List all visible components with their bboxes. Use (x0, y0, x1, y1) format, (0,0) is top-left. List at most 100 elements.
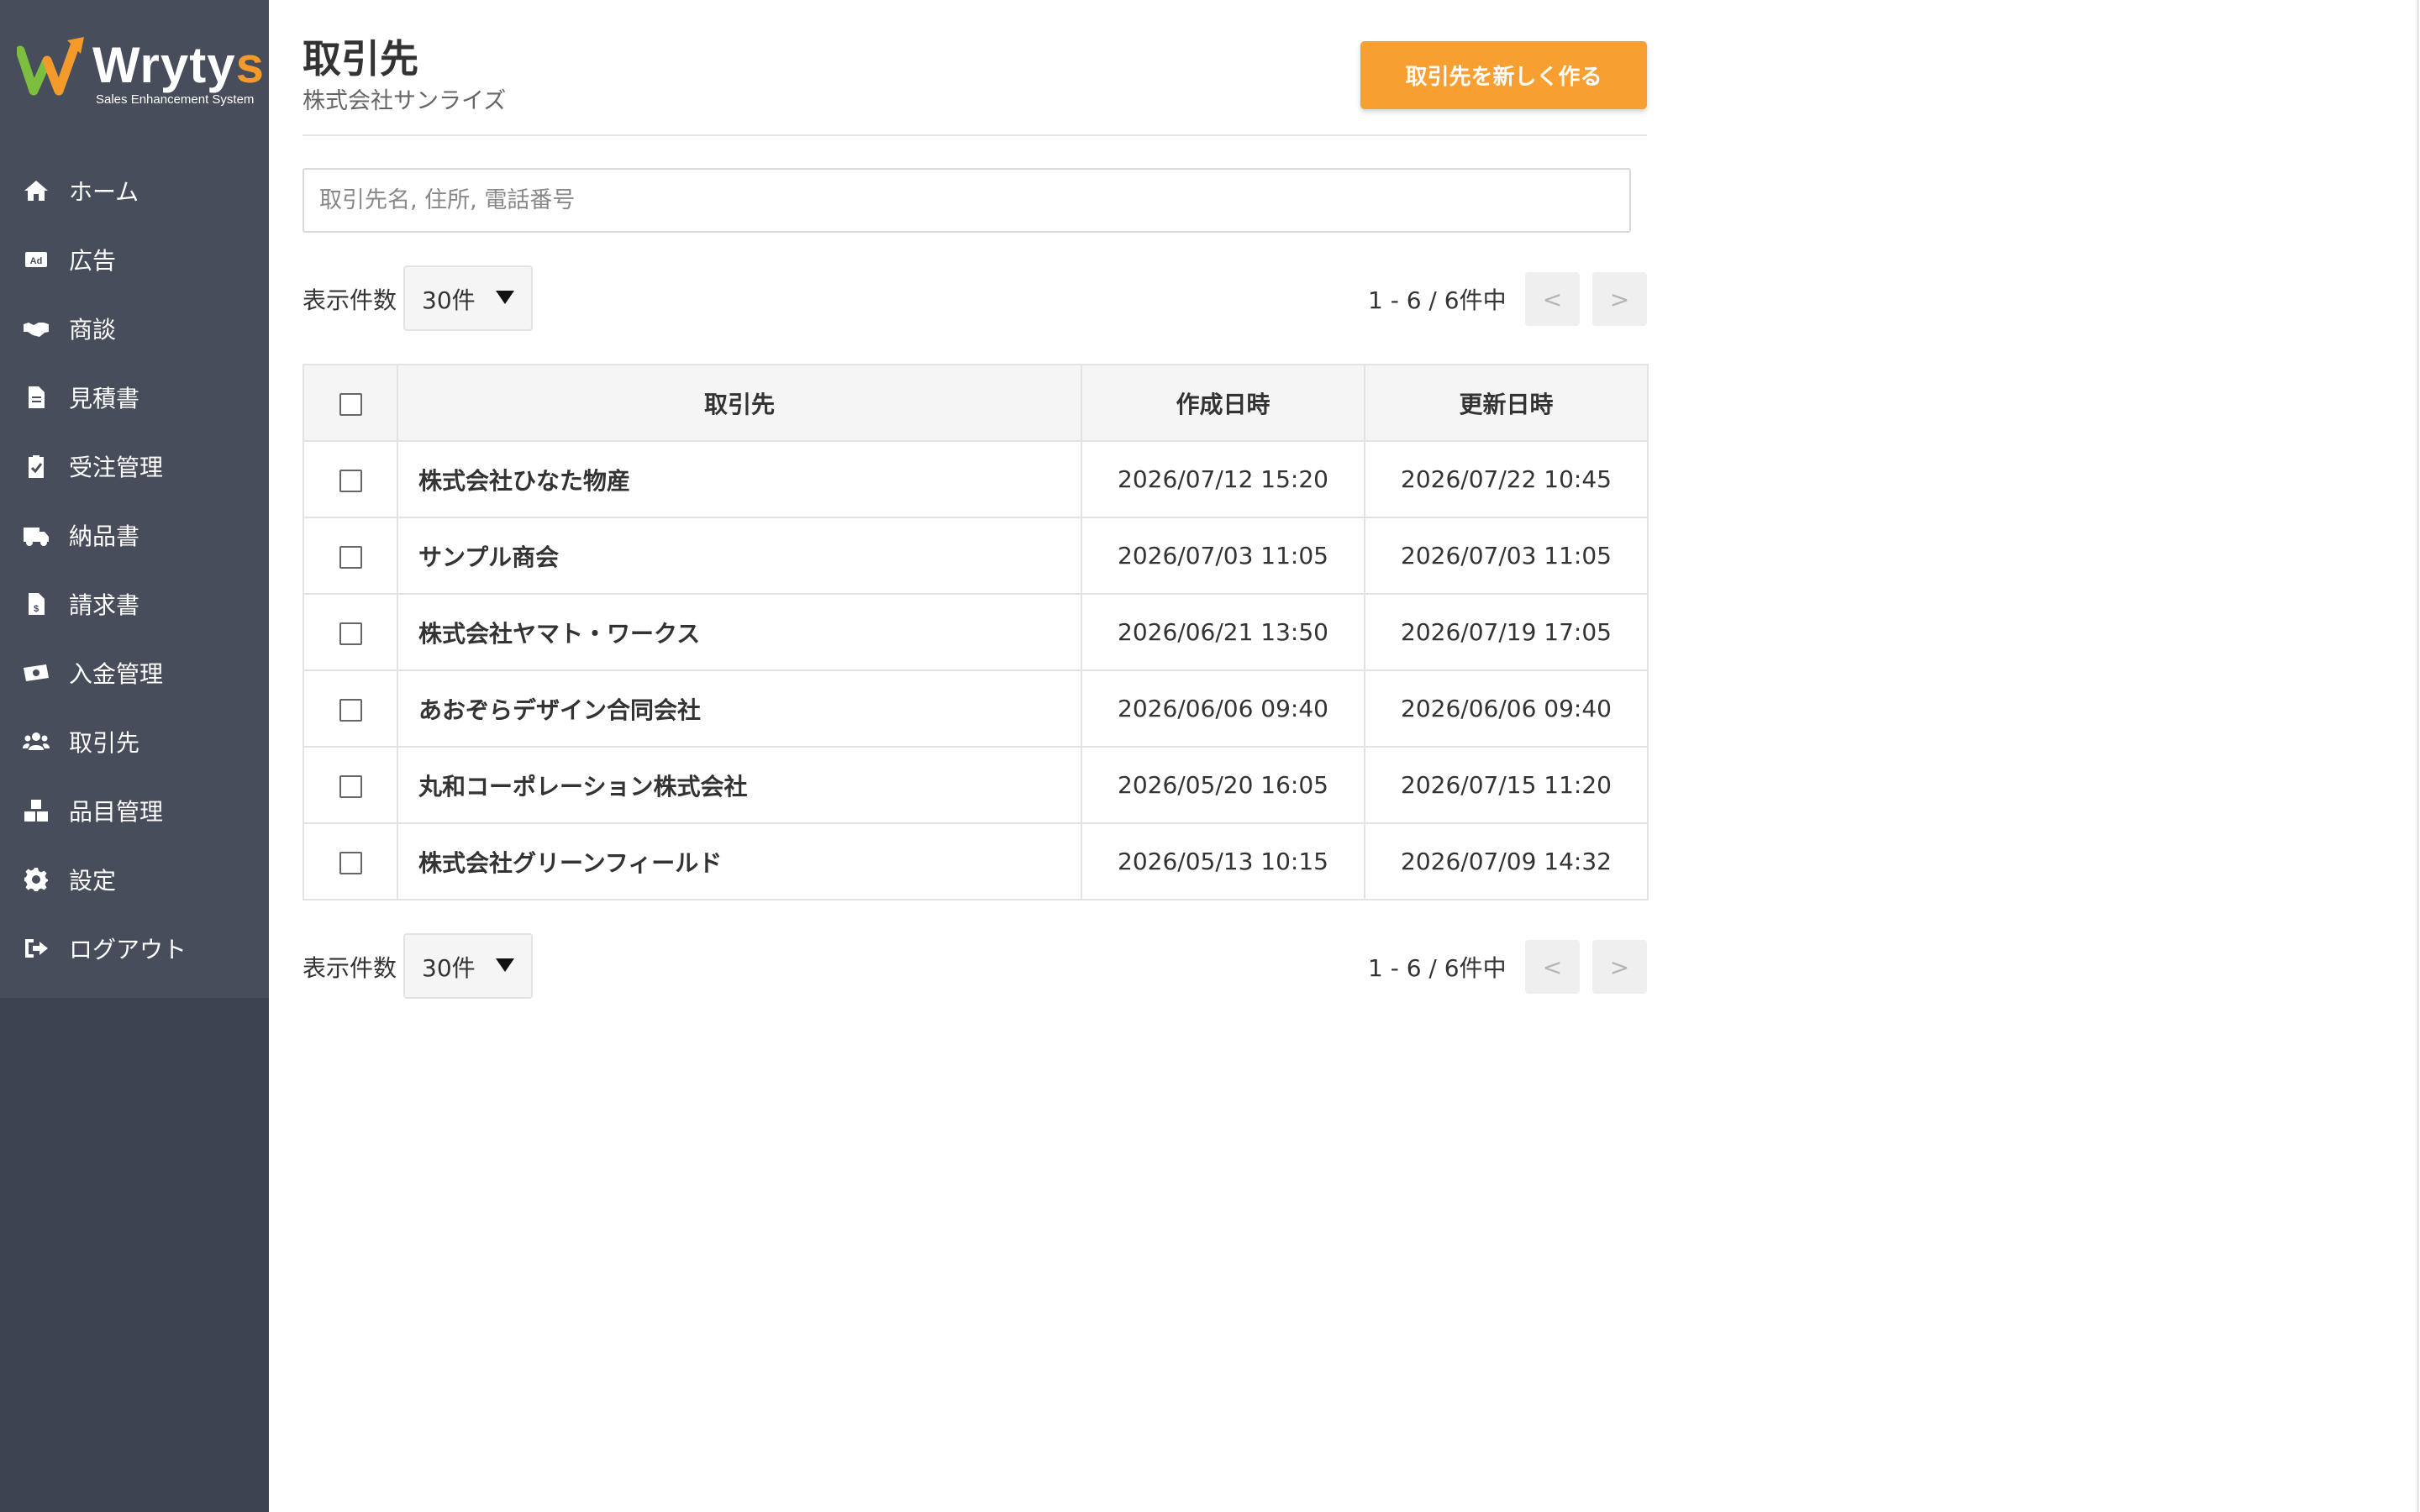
boxes-icon (22, 796, 50, 825)
sidebar-item-invoices[interactable]: $ 請求書 (0, 570, 269, 638)
document-icon (22, 383, 50, 412)
sidebar-item-payments[interactable]: 入金管理 (0, 638, 269, 707)
row-checkbox[interactable] (339, 545, 362, 569)
sidebar-item-label: 品目管理 (69, 798, 164, 826)
client-name-cell[interactable]: サンプル商会 (397, 517, 1082, 595)
caret-down-icon (496, 958, 514, 972)
row-select-cell (302, 593, 398, 671)
updated-date-cell: 2026/07/19 17:05 (1364, 593, 1649, 671)
truck-icon (22, 521, 50, 549)
gear-icon (22, 865, 50, 894)
invoice-icon: $ (22, 590, 50, 618)
table-row[interactable]: 丸和コーポレーション株式会社 2026/05/20 16:05 2026/07/… (302, 746, 1649, 824)
logo-wordmark-main: Wryty (92, 37, 236, 93)
pagination-range: 1 - 6 / 6件中 (1368, 286, 1507, 314)
row-checkbox[interactable] (339, 851, 362, 874)
clients-table: 取引先 作成日時 更新日時 株式会社ひなた物産 2026/07/12 15:20… (302, 364, 1649, 900)
prev-page-button[interactable]: < (1525, 940, 1580, 994)
sidebar-item-deals[interactable]: 商談 (0, 294, 269, 363)
created-date-cell: 2026/05/13 10:15 (1081, 822, 1365, 900)
logo-wordmark: Wrytys (92, 35, 265, 96)
pagination-bottom: 表示件数 30件 1 - 6 / 6件中 < > (302, 933, 1647, 999)
search-input[interactable] (302, 168, 1631, 233)
sidebar-item-items[interactable]: 品目管理 (0, 776, 269, 845)
header-divider (302, 134, 1647, 136)
logout-icon (22, 934, 50, 963)
created-date-cell: 2026/06/21 13:50 (1081, 593, 1365, 671)
column-header-created[interactable]: 作成日時 (1081, 364, 1365, 442)
sidebar-item-orders[interactable]: 受注管理 (0, 432, 269, 501)
client-name-cell[interactable]: 株式会社ひなた物産 (397, 440, 1082, 518)
client-name-cell[interactable]: 株式会社グリーンフィールド (397, 822, 1082, 900)
create-client-button[interactable]: 取引先を新しく作る (1360, 41, 1647, 109)
logo-mark-icon (17, 37, 84, 96)
sidebar-item-label: 見積書 (69, 385, 140, 412)
client-name-cell[interactable]: 丸和コーポレーション株式会社 (397, 746, 1082, 824)
logo[interactable]: Wrytys Sales Enhancement System (0, 0, 269, 156)
next-page-button[interactable]: > (1592, 940, 1647, 994)
sidebar-item-label: 広告 (69, 247, 117, 275)
handshake-icon (22, 314, 50, 343)
sidebar-item-label: 設定 (69, 867, 117, 895)
sidebar: Wrytys Sales Enhancement System ホーム Ad 広… (0, 0, 269, 1512)
pagination-top: 表示件数 30件 1 - 6 / 6件中 < > (302, 265, 1647, 331)
row-checkbox[interactable] (339, 622, 362, 645)
sidebar-panel: Wrytys Sales Enhancement System ホーム Ad 広… (0, 0, 269, 998)
money-icon (22, 659, 50, 687)
table-row[interactable]: 株式会社ひなた物産 2026/07/12 15:20 2026/07/22 10… (302, 440, 1649, 518)
client-name-cell[interactable]: 株式会社ヤマト・ワークス (397, 593, 1082, 671)
select-all-checkbox[interactable] (339, 392, 362, 416)
row-checkbox[interactable] (339, 469, 362, 492)
prev-page-button[interactable]: < (1525, 272, 1580, 326)
row-checkbox[interactable] (339, 698, 362, 722)
logo-wordmark-accent: s (235, 37, 265, 93)
column-header-updated[interactable]: 更新日時 (1364, 364, 1649, 442)
sidebar-item-logout[interactable]: ログアウト (0, 914, 269, 983)
logo-tagline: Sales Enhancement System (96, 92, 255, 107)
updated-date-cell: 2026/07/15 11:20 (1364, 746, 1649, 824)
sidebar-item-label: 請求書 (69, 591, 140, 619)
per-page-label: 表示件数 (302, 954, 397, 982)
table-row[interactable]: サンプル商会 2026/07/03 11:05 2026/07/03 11:05 (302, 517, 1649, 595)
table-row[interactable]: あおぞらデザイン合同会社 2026/06/06 09:40 2026/06/06… (302, 669, 1649, 748)
sidebar-item-ads[interactable]: Ad 広告 (0, 225, 269, 294)
row-select-cell (302, 746, 398, 824)
sidebar-item-home[interactable]: ホーム (0, 156, 269, 225)
select-all-cell (302, 364, 398, 442)
per-page-select[interactable]: 30件 (403, 933, 533, 999)
row-select-cell (302, 517, 398, 595)
sidebar-nav: ホーム Ad 広告 商談 見積書 受注管理 納品書 $ 請求書 入金管理 取引先… (0, 156, 269, 983)
sidebar-item-label: 取引先 (69, 729, 140, 757)
sidebar-item-label: ホーム (69, 178, 139, 206)
next-page-button[interactable]: > (1592, 272, 1647, 326)
pagination-range: 1 - 6 / 6件中 (1368, 954, 1507, 982)
row-select-cell (302, 440, 398, 518)
users-icon (22, 727, 50, 756)
row-checkbox[interactable] (339, 774, 362, 798)
created-date-cell: 2026/06/06 09:40 (1081, 669, 1365, 748)
per-page-value: 30件 (422, 286, 476, 314)
row-select-cell (302, 822, 398, 900)
per-page-label: 表示件数 (302, 286, 397, 314)
table-row[interactable]: 株式会社ヤマト・ワークス 2026/06/21 13:50 2026/07/19… (302, 593, 1649, 671)
home-icon (22, 176, 50, 205)
window-edge-divider (2417, 0, 2419, 1512)
sidebar-item-label: 受注管理 (69, 454, 164, 481)
client-name-cell[interactable]: あおぞらデザイン合同会社 (397, 669, 1082, 748)
per-page-select[interactable]: 30件 (403, 265, 533, 331)
sidebar-item-label: 商談 (69, 316, 117, 344)
sidebar-item-delivery[interactable]: 納品書 (0, 501, 269, 570)
sidebar-item-label: 入金管理 (69, 660, 164, 688)
company-subtitle: 株式会社サンライズ (302, 88, 507, 114)
created-date-cell: 2026/07/03 11:05 (1081, 517, 1365, 595)
column-header-client[interactable]: 取引先 (397, 364, 1082, 442)
caret-down-icon (496, 291, 514, 304)
clipboard-check-icon (22, 452, 50, 480)
updated-date-cell: 2026/06/06 09:40 (1364, 669, 1649, 748)
created-date-cell: 2026/05/20 16:05 (1081, 746, 1365, 824)
sidebar-item-clients[interactable]: 取引先 (0, 707, 269, 776)
sidebar-item-settings[interactable]: 設定 (0, 845, 269, 914)
table-row[interactable]: 株式会社グリーンフィールド 2026/05/13 10:15 2026/07/0… (302, 822, 1649, 900)
sidebar-item-quotes[interactable]: 見積書 (0, 363, 269, 432)
created-date-cell: 2026/07/12 15:20 (1081, 440, 1365, 518)
